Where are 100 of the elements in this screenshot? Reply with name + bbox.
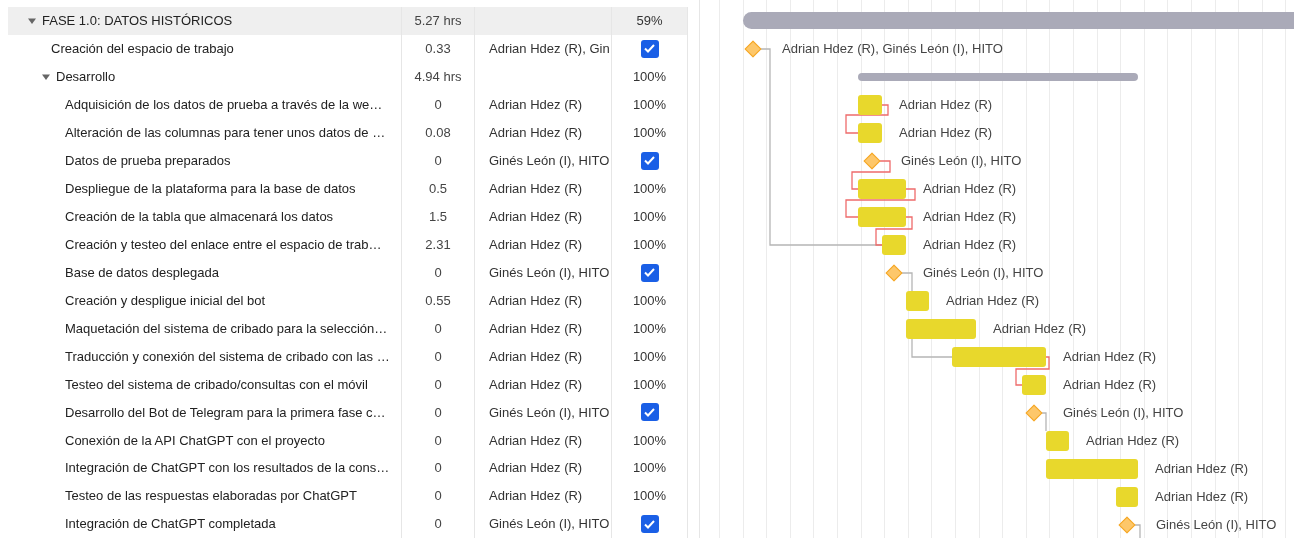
- task-bar[interactable]: [858, 179, 906, 199]
- hours-text: 0: [434, 431, 442, 450]
- percent-text: 100%: [632, 459, 667, 478]
- checkbox[interactable]: [640, 263, 659, 282]
- task-name: Creación del espacio de trabajo: [51, 40, 234, 59]
- connector-line: [1015, 356, 1050, 386]
- task-bar[interactable]: [1046, 431, 1069, 451]
- task-name: Despliegue de la plataforma para la base de datos: [65, 179, 356, 198]
- hours-text: 0: [434, 347, 442, 366]
- bar-label: Adrian Hdez (R): [899, 98, 993, 111]
- bar-label: Adrian Hdez (R): [923, 238, 1017, 251]
- checkbox[interactable]: [640, 151, 659, 170]
- bar-label: Ginés León (I), HITO: [901, 154, 1022, 167]
- bar-label: Ginés León (I), HITO: [923, 266, 1044, 279]
- bar-label: Adrian Hdez (R): [946, 294, 1040, 307]
- percent-text: 100%: [632, 124, 667, 143]
- checkbox[interactable]: [640, 403, 659, 422]
- task-name: Desarrollo: [56, 68, 116, 87]
- task-name: Traducción y conexión del sistema de cribado con las …: [65, 347, 390, 366]
- task-name: Testeo del sistema de cribado/consultas con el móvil: [65, 375, 368, 394]
- assignee-text: Adrian Hdez (R): [489, 459, 583, 478]
- task-name: Creación y testeo del enlace entre el espacio de trab…: [65, 235, 382, 254]
- summary-bar[interactable]: [743, 12, 1294, 29]
- task-name: Integración de ChatGPT con los resultados de la cons…: [65, 459, 390, 478]
- percent-text: 100%: [632, 319, 667, 338]
- hours-text: 0: [434, 96, 442, 115]
- assignee-text: Ginés León (I), HITO: [489, 263, 610, 282]
- task-name: Integración de ChatGPT completada: [65, 515, 276, 534]
- assignee-text: Ginés León (I), HITO: [489, 515, 610, 534]
- task-bar[interactable]: [1022, 375, 1046, 395]
- percent-text: 100%: [632, 68, 667, 87]
- bar-label: Adrian Hdez (R): [993, 322, 1087, 335]
- assignee-text: Adrian Hdez (R): [489, 291, 583, 310]
- bar-label: Adrian Hdez (R), Ginés León (I), HITO: [782, 42, 1003, 55]
- task-name: Base de datos desplegada: [65, 263, 219, 282]
- bar-label: Adrian Hdez (R): [1155, 490, 1249, 503]
- checkmark-icon: [644, 519, 655, 529]
- task-name: Testeo de las respuestas elaboradas por ChatGPT: [65, 487, 357, 506]
- percent-text: 100%: [632, 96, 667, 115]
- assignee-text: Adrian Hdez (R): [489, 319, 583, 338]
- hours-text: 0.55: [425, 291, 451, 310]
- assignee-text: Adrian Hdez (R): [489, 235, 583, 254]
- bar-label: Adrian Hdez (R): [899, 126, 993, 139]
- hours-text: 5.27 hrs: [414, 12, 462, 31]
- percent-text: 100%: [632, 431, 667, 450]
- task-name: Maquetación del sistema de cribado para la selección…: [65, 319, 388, 338]
- percent-text: 100%: [632, 179, 667, 198]
- hours-text: 0.5: [428, 179, 448, 198]
- hours-text: 0: [434, 152, 442, 170]
- task-bar[interactable]: [858, 95, 882, 115]
- task-bar[interactable]: [882, 235, 906, 255]
- task-name: FASE 1.0: DATOS HISTÓRICOS: [42, 12, 233, 31]
- task-bar[interactable]: [1046, 459, 1138, 479]
- milestone-icon[interactable]: [863, 152, 881, 170]
- bar-label: Adrian Hdez (R): [1086, 434, 1180, 447]
- checkbox[interactable]: [640, 515, 659, 534]
- hours-text: 0: [434, 487, 442, 506]
- bar-label: Adrian Hdez (R): [1155, 462, 1249, 475]
- hours-text: 0: [434, 263, 442, 282]
- task-name: Creación y despligue inicial del bot: [65, 291, 266, 310]
- caret-icon[interactable]: [28, 16, 36, 25]
- assignee-text: Adrian Hdez (R): [489, 431, 583, 450]
- percent-text: 100%: [632, 487, 667, 506]
- task-bar[interactable]: [906, 319, 976, 339]
- percent-text: 100%: [632, 235, 667, 254]
- hours-text: 0.33: [425, 40, 451, 59]
- assignee-text: Ginés León (I), HITO: [489, 152, 610, 170]
- hours-text: 4.94 hrs: [414, 68, 462, 87]
- task-bar[interactable]: [858, 123, 882, 143]
- assignee-text: Adrian Hdez (R): [489, 96, 583, 115]
- caret-icon[interactable]: [42, 72, 50, 81]
- assignee-text: Adrian Hdez (R): [489, 207, 583, 226]
- percent-text: 59%: [636, 12, 663, 31]
- task-bar[interactable]: [952, 347, 1046, 367]
- hours-text: 0: [434, 459, 442, 478]
- hours-text: 2.31: [425, 235, 451, 254]
- task-name: Desarrollo del Bot de Telegram para la primera fase c…: [65, 403, 386, 422]
- percent-text: 100%: [632, 207, 667, 226]
- bar-label: Ginés León (I), HITO: [1156, 518, 1277, 531]
- task-bar[interactable]: [1116, 487, 1138, 507]
- task-name: Adquisición de los datos de prueba a través de la we…: [65, 96, 383, 115]
- task-name: Datos de prueba preparados: [65, 152, 231, 170]
- summary-bar[interactable]: [858, 73, 1138, 81]
- bar-label: Adrian Hdez (R): [1063, 378, 1157, 391]
- hours-text: 0: [434, 375, 442, 394]
- task-bar[interactable]: [858, 207, 906, 227]
- assignee-text: Adrian Hdez (R): [489, 347, 583, 366]
- hours-text: 0: [434, 319, 442, 338]
- assignee-text: Ginés León (I), HITO: [489, 403, 610, 422]
- hours-text: 0: [434, 515, 442, 534]
- hours-text: 1.5: [428, 207, 448, 226]
- bar-label: Adrian Hdez (R): [1063, 350, 1157, 363]
- task-name: Conexión de la API ChatGPT con el proyecto: [65, 431, 325, 450]
- assignee-text: Adrian Hdez (R): [489, 124, 583, 143]
- task-bar[interactable]: [906, 291, 929, 311]
- bar-label: Ginés León (I), HITO: [1063, 406, 1184, 419]
- checkmark-icon: [644, 44, 655, 54]
- hours-text: 0: [434, 403, 442, 422]
- assignee-text: Adrian Hdez (R): [489, 375, 583, 394]
- checkbox[interactable]: [640, 39, 659, 58]
